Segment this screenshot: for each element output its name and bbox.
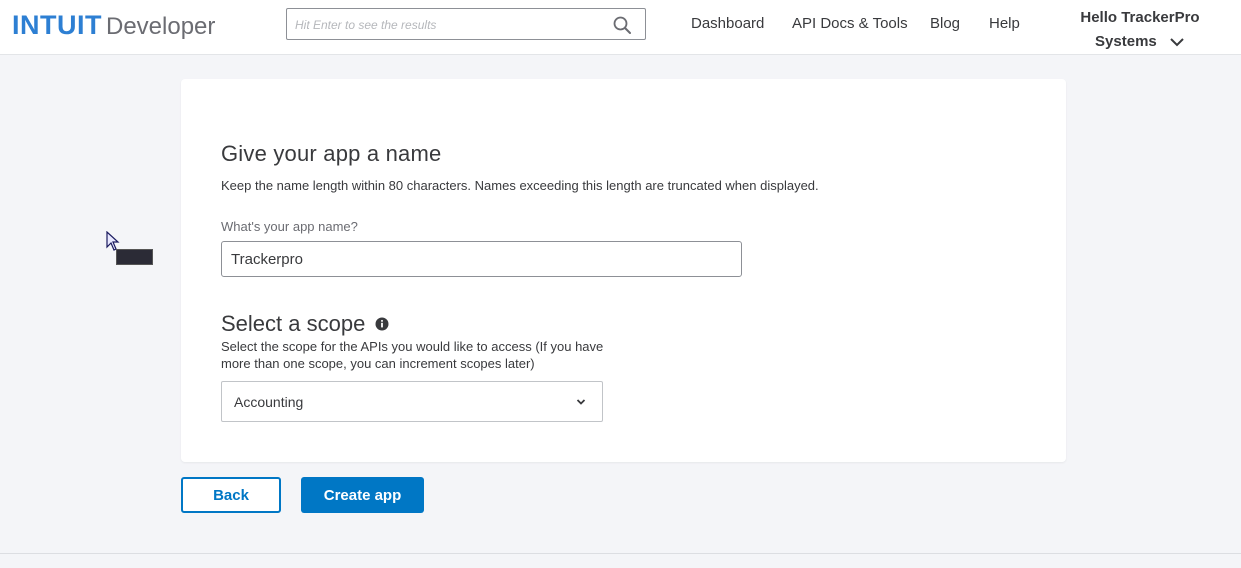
user-greeting-line2: Systems <box>1095 33 1157 50</box>
scope-description: Select the scope for the APIs you would … <box>221 339 604 371</box>
cursor-tooltip <box>116 249 153 265</box>
info-icon[interactable] <box>375 317 389 331</box>
app-name-title: Give your app a name <box>221 141 442 166</box>
scope-title: Select a scope <box>221 311 366 336</box>
top-header: INTUIT Developer Dashboard API Docs & To… <box>0 0 1241 55</box>
nav-blog[interactable]: Blog <box>930 15 960 32</box>
nav-dashboard[interactable]: Dashboard <box>691 15 764 32</box>
chevron-down-icon <box>576 399 586 405</box>
logo-product: Developer <box>106 13 216 40</box>
back-button[interactable]: Back <box>181 477 281 513</box>
create-app-button[interactable]: Create app <box>301 477 424 513</box>
user-greeting-line1: Hello TrackerPro <box>1080 9 1200 26</box>
intuit-developer-logo[interactable]: INTUIT Developer <box>12 10 215 42</box>
scope-title-row: Select a scope <box>221 311 389 337</box>
logo-brand: INTUIT <box>12 10 102 40</box>
footer-divider <box>0 553 1241 554</box>
chevron-down-icon <box>1170 38 1184 47</box>
search-box <box>286 8 646 40</box>
user-menu[interactable]: Hello TrackerPro Systems <box>1070 6 1210 54</box>
scope-select[interactable]: Accounting <box>221 381 603 422</box>
app-name-input[interactable] <box>221 241 742 277</box>
scope-selected-value: Accounting <box>234 394 304 410</box>
app-name-description: Keep the name length within 80 character… <box>221 178 819 193</box>
search-input[interactable] <box>295 15 605 35</box>
create-app-card: Give your app a name Keep the name lengt… <box>181 79 1066 462</box>
app-name-label: What's your app name? <box>221 219 358 234</box>
nav-api-docs-tools[interactable]: API Docs & Tools <box>792 15 908 32</box>
mouse-cursor-icon <box>106 231 120 251</box>
nav-help[interactable]: Help <box>989 15 1020 32</box>
user-greeting-line2-row: Systems <box>1070 30 1210 54</box>
search-icon[interactable] <box>613 16 631 34</box>
